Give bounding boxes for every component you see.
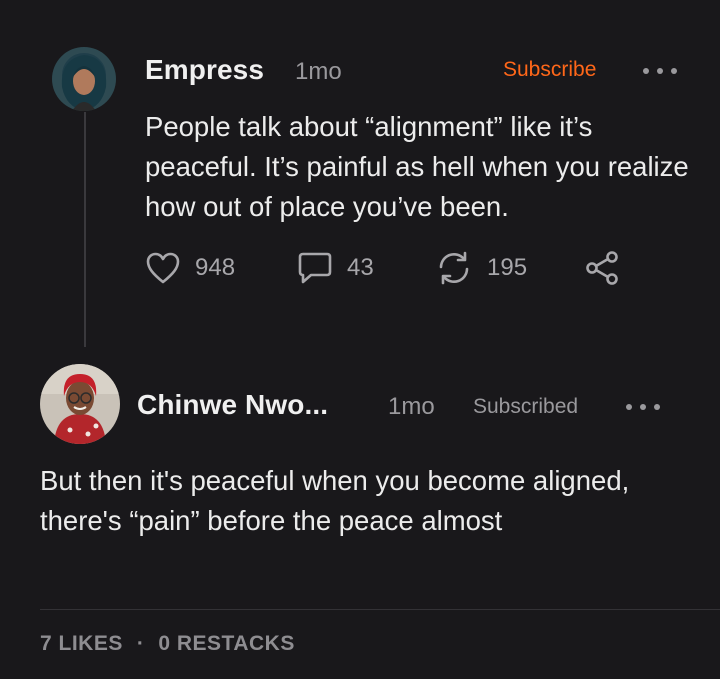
- post-body: People talk about “alignment” like it’s …: [145, 111, 689, 222]
- comment-button[interactable]: 43: [297, 248, 374, 288]
- restack-count: 195: [487, 254, 528, 281]
- more-icon[interactable]: [643, 64, 677, 78]
- heart-icon: [145, 251, 181, 285]
- thread-line: [84, 112, 86, 347]
- more-icon[interactable]: [626, 400, 660, 414]
- avatar[interactable]: [52, 47, 116, 111]
- avatar[interactable]: [40, 364, 120, 444]
- restack-button[interactable]: 195: [435, 248, 527, 288]
- divider: [40, 609, 720, 610]
- likes-link[interactable]: 7 LIKES: [40, 632, 123, 656]
- post-timestamp: 1mo: [295, 58, 342, 85]
- comment-count: 43: [347, 254, 374, 281]
- share-icon: [583, 250, 621, 286]
- like-count: 948: [195, 254, 236, 281]
- like-button[interactable]: 948: [145, 248, 235, 288]
- reply-author-name[interactable]: Chinwe Nwo...: [137, 389, 328, 421]
- subscribed-button[interactable]: Subscribed: [473, 395, 578, 419]
- subscribe-button[interactable]: Subscribe: [503, 58, 596, 82]
- reply-timestamp: 1mo: [388, 393, 435, 420]
- restacks-link[interactable]: 0 RESTACKS: [158, 632, 294, 656]
- author-name[interactable]: Empress: [145, 54, 264, 86]
- separator-dot: ·: [136, 632, 145, 655]
- reply-stats: 7 LIKES · 0 RESTACKS: [40, 632, 295, 656]
- share-button[interactable]: [583, 248, 621, 288]
- reply-body: But then it's peaceful when you become a…: [40, 465, 630, 536]
- restack-icon: [435, 251, 473, 285]
- comment-icon: [297, 251, 333, 285]
